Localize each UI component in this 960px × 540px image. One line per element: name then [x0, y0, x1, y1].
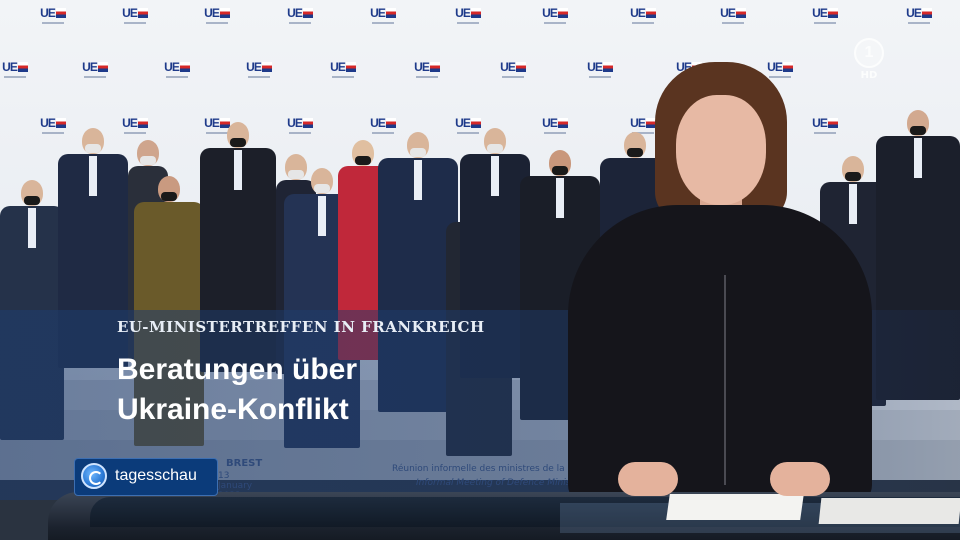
eu-logo-icon: UE [906, 6, 932, 28]
anchor-hand [618, 462, 678, 496]
tagesschau-logo: tagesschau [74, 458, 218, 496]
desk-paper [666, 494, 804, 520]
eu-logo-icon: UE [720, 6, 746, 28]
anchor-zipper [724, 275, 726, 485]
eu-logo-icon: UE [630, 6, 656, 28]
eu-logo-icon: UE [414, 60, 440, 82]
das-erste-logo-icon: 1 [854, 38, 884, 68]
eu-logo-icon: UE [2, 60, 28, 82]
anchor-jacket [568, 205, 872, 505]
eu-logo-icon: UE [287, 6, 313, 28]
eu-logo-icon: UE [122, 6, 148, 28]
logo-row: UE UE UE UE UE UE UE UE UE UE UE [0, 6, 960, 36]
event-city: BREST [226, 458, 263, 469]
anchor-face [676, 95, 766, 205]
eu-logo-icon: UE [587, 60, 613, 82]
tagesschau-logo-text: tagesschau [115, 467, 197, 484]
eu-logo-icon: UE [370, 6, 396, 28]
eu-logo-icon: UE [812, 6, 838, 28]
eu-logo-icon: UE [767, 60, 793, 82]
eu-logo-icon: UE [812, 116, 838, 138]
eu-logo-icon: UE [542, 6, 568, 28]
headline-line-2: Ukraine-Konflikt [117, 393, 349, 426]
eu-logo-icon: UE [246, 60, 272, 82]
eu-logo-icon: UE [287, 116, 313, 138]
eu-logo-icon: UE [455, 6, 481, 28]
tagesschau-globe-icon [81, 463, 107, 489]
broadcast-frame: UE UE UE UE UE UE UE UE UE UE UE UE UE U… [0, 0, 960, 540]
eu-logo-icon: UE [40, 6, 66, 28]
event-title-en: Informal Meeting of Defence Ministers [416, 478, 588, 488]
channel-bug: 1 HD [852, 38, 886, 81]
desk-paper [818, 498, 960, 524]
hd-badge: HD [860, 70, 878, 81]
eu-logo-icon: UE [500, 60, 526, 82]
event-title-fr: Réunion informelle des ministres de la D… [392, 464, 589, 474]
headline-line-1: Beratungen über [117, 353, 358, 386]
news-kicker: EU-MINISTERTREFFEN IN FRANKREICH [117, 318, 485, 336]
eu-logo-icon: UE [82, 60, 108, 82]
eu-logo-icon: UE [330, 60, 356, 82]
news-headline: Beratungen über Ukraine-Konflikt [117, 350, 557, 430]
logo-row: UE UE UE UE UE UE UE UE UE UE [0, 60, 960, 90]
anchor-hand [770, 462, 830, 496]
eu-logo-icon: UE [542, 116, 568, 138]
eu-logo-icon: UE [204, 6, 230, 28]
eu-logo-icon: UE [164, 60, 190, 82]
